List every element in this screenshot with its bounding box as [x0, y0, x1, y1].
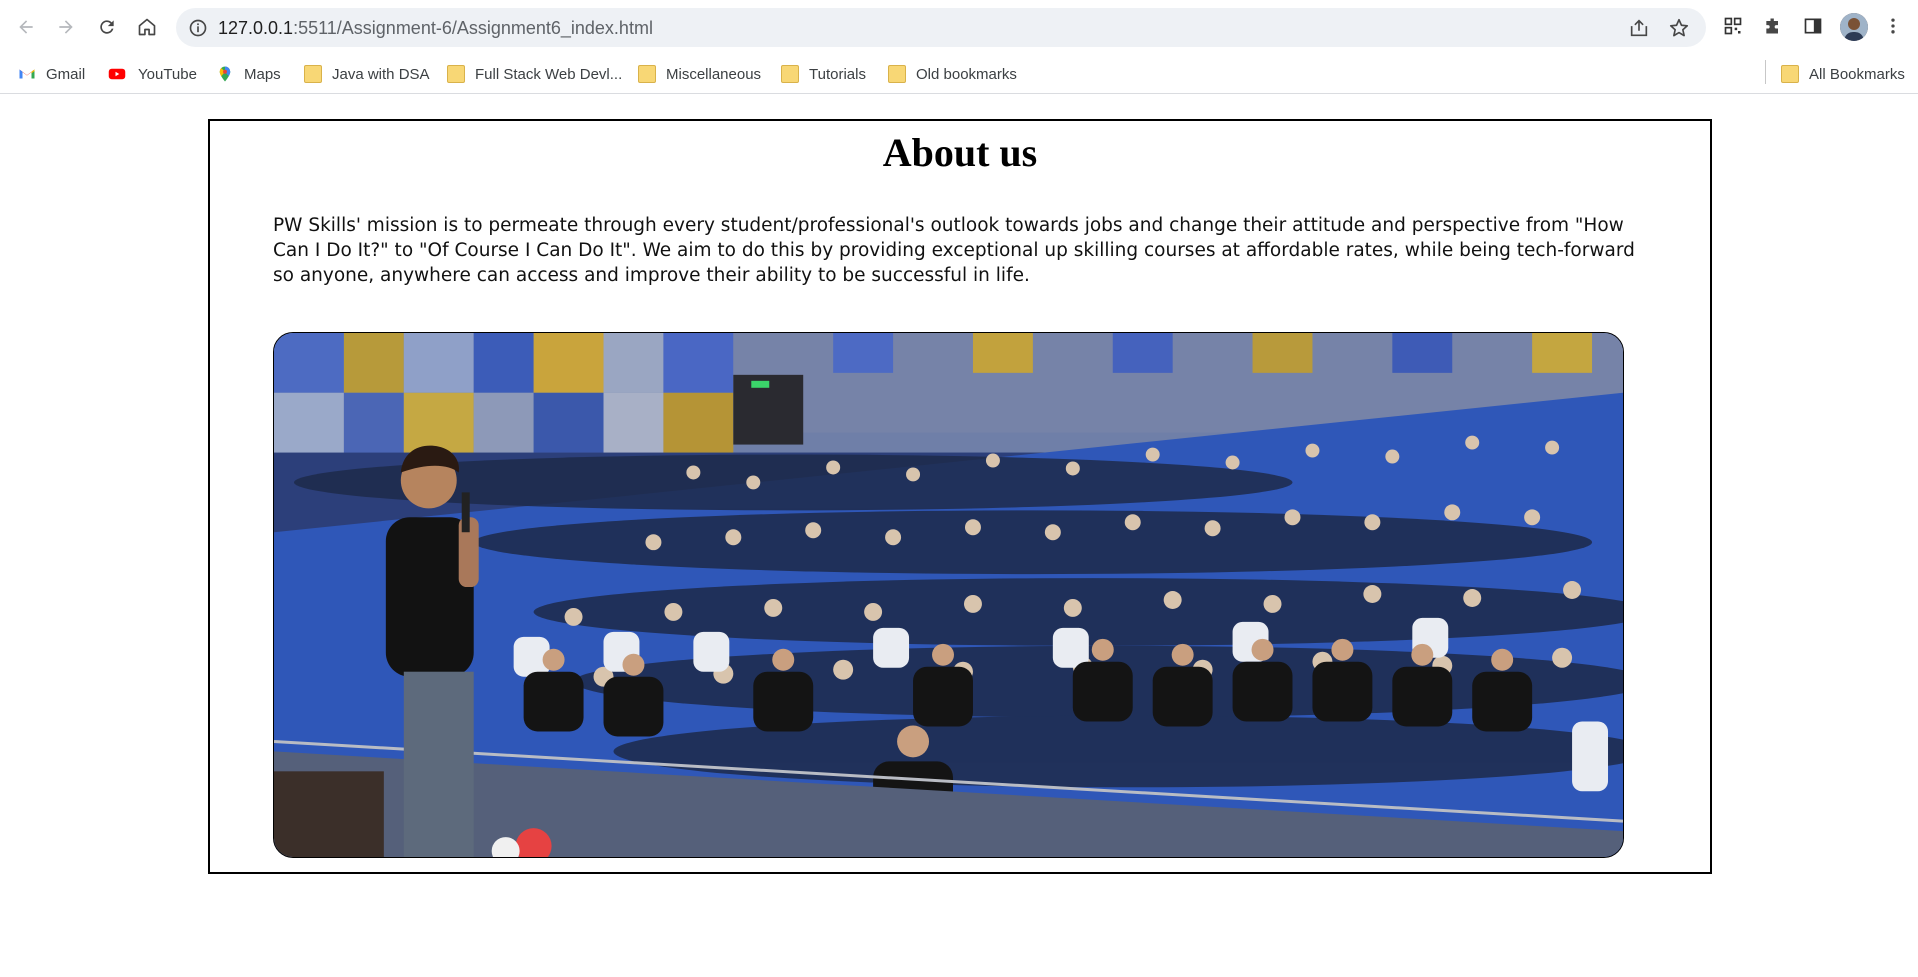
bookmark-label: YouTube	[138, 65, 197, 83]
share-icon[interactable]	[1628, 17, 1650, 39]
bookmark-folder-java-dsa[interactable]: Java with DSA	[304, 62, 430, 86]
folder-icon	[1781, 65, 1799, 83]
bookmark-label: Tutorials	[809, 65, 866, 83]
bookmark-gmail[interactable]: Gmail	[18, 62, 85, 86]
site-info-icon[interactable]	[188, 18, 208, 38]
bookmark-folder-tutorials[interactable]: Tutorials	[781, 62, 866, 86]
bookmarks-bar: Gmail YouTube Maps Java with DSA Full St…	[0, 54, 1918, 94]
bookmark-label: Maps	[244, 65, 281, 83]
forward-arrow-icon[interactable]	[50, 11, 82, 43]
back-arrow-icon[interactable]	[10, 11, 42, 43]
folder-icon	[781, 65, 799, 83]
bookmark-label: Miscellaneous	[666, 65, 762, 83]
reload-icon[interactable]	[91, 11, 123, 43]
star-icon[interactable]	[1668, 17, 1690, 39]
exit-sign	[751, 380, 770, 388]
mission-paragraph: PW Skills' mission is to permeate throug…	[273, 215, 1635, 286]
gmail-icon	[19, 69, 35, 79]
url-text[interactable]: 127.0.0.1:5511/Assignment-6/Assignment6_…	[218, 18, 653, 39]
bookmark-folder-all-bookmarks[interactable]: All Bookmarks	[1781, 62, 1905, 86]
folder-icon	[304, 65, 322, 83]
browser-toolbar: 127.0.0.1:5511/Assignment-6/Assignment6_…	[0, 0, 1918, 54]
bookmark-folder-old-bookmarks[interactable]: Old bookmarks	[888, 62, 1017, 86]
bookmark-maps[interactable]: Maps	[216, 62, 281, 86]
bookmark-folder-full-stack[interactable]: Full Stack Web Devl...	[447, 62, 622, 86]
auditorium-photo	[273, 332, 1624, 858]
bookmark-label: Old bookmarks	[916, 65, 1017, 83]
side-panel-icon[interactable]	[1800, 13, 1826, 39]
folder-icon	[638, 65, 656, 83]
bookmark-youtube[interactable]: YouTube	[106, 62, 197, 86]
bookmark-label: Java with DSA	[332, 65, 430, 83]
url-host: 127.0.0.1	[218, 18, 294, 38]
about-section: About us PW Skills' mission is to permea…	[208, 119, 1712, 874]
home-icon[interactable]	[131, 11, 163, 43]
folder-icon	[447, 65, 465, 83]
youtube-icon	[108, 68, 126, 80]
bookmark-folder-miscellaneous[interactable]: Miscellaneous	[638, 62, 761, 86]
url-path: :5511/Assignment-6/Assignment6_index.htm…	[293, 18, 653, 38]
profile-avatar[interactable]	[1840, 13, 1868, 41]
bookmark-label: All Bookmarks	[1809, 65, 1905, 83]
maps-pin-icon	[219, 66, 231, 82]
extensions-puzzle-icon[interactable]	[1760, 13, 1786, 39]
kebab-menu-icon[interactable]	[1880, 13, 1906, 39]
page-title: About us	[882, 130, 1038, 175]
bookmarks-divider	[1765, 60, 1766, 84]
stage-speaker-box	[274, 771, 384, 857]
bookmark-label: Full Stack Web Devl...	[475, 65, 623, 83]
address-bar[interactable]: 127.0.0.1:5511/Assignment-6/Assignment6_…	[176, 8, 1706, 47]
bookmark-label: Gmail	[46, 65, 86, 83]
qr-code-icon[interactable]	[1720, 13, 1746, 39]
folder-icon	[888, 65, 906, 83]
